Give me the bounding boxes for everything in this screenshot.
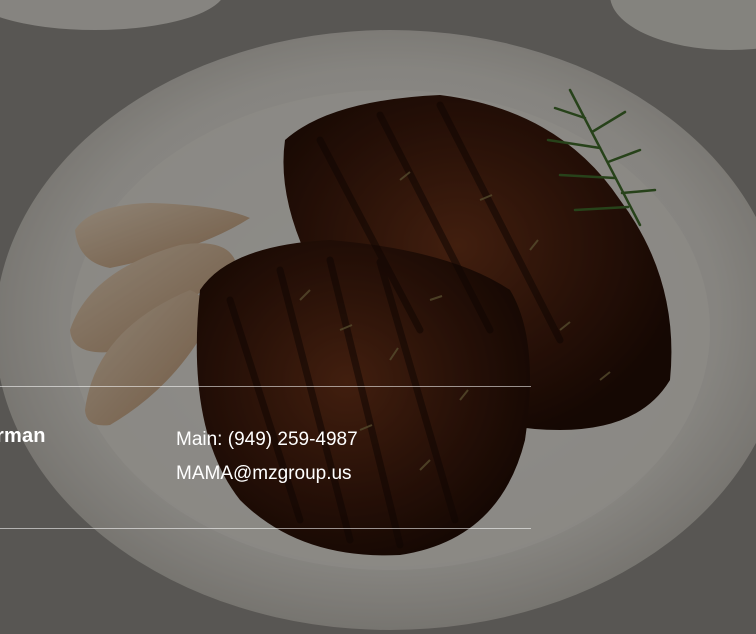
dark-overlay	[0, 0, 756, 634]
contact-section: rman Main: (949) 259-4987 MAMA@mzgroup.u…	[0, 0, 756, 634]
contact-name: rman	[0, 425, 46, 447]
contact-details: Main: (949) 259-4987 MAMA@mzgroup.us	[176, 423, 358, 491]
divider-bottom	[0, 528, 531, 529]
divider-top	[0, 386, 531, 387]
email-link[interactable]: MAMA@mzgroup.us	[176, 457, 358, 491]
phone-link[interactable]: Main: (949) 259-4987	[176, 423, 358, 457]
